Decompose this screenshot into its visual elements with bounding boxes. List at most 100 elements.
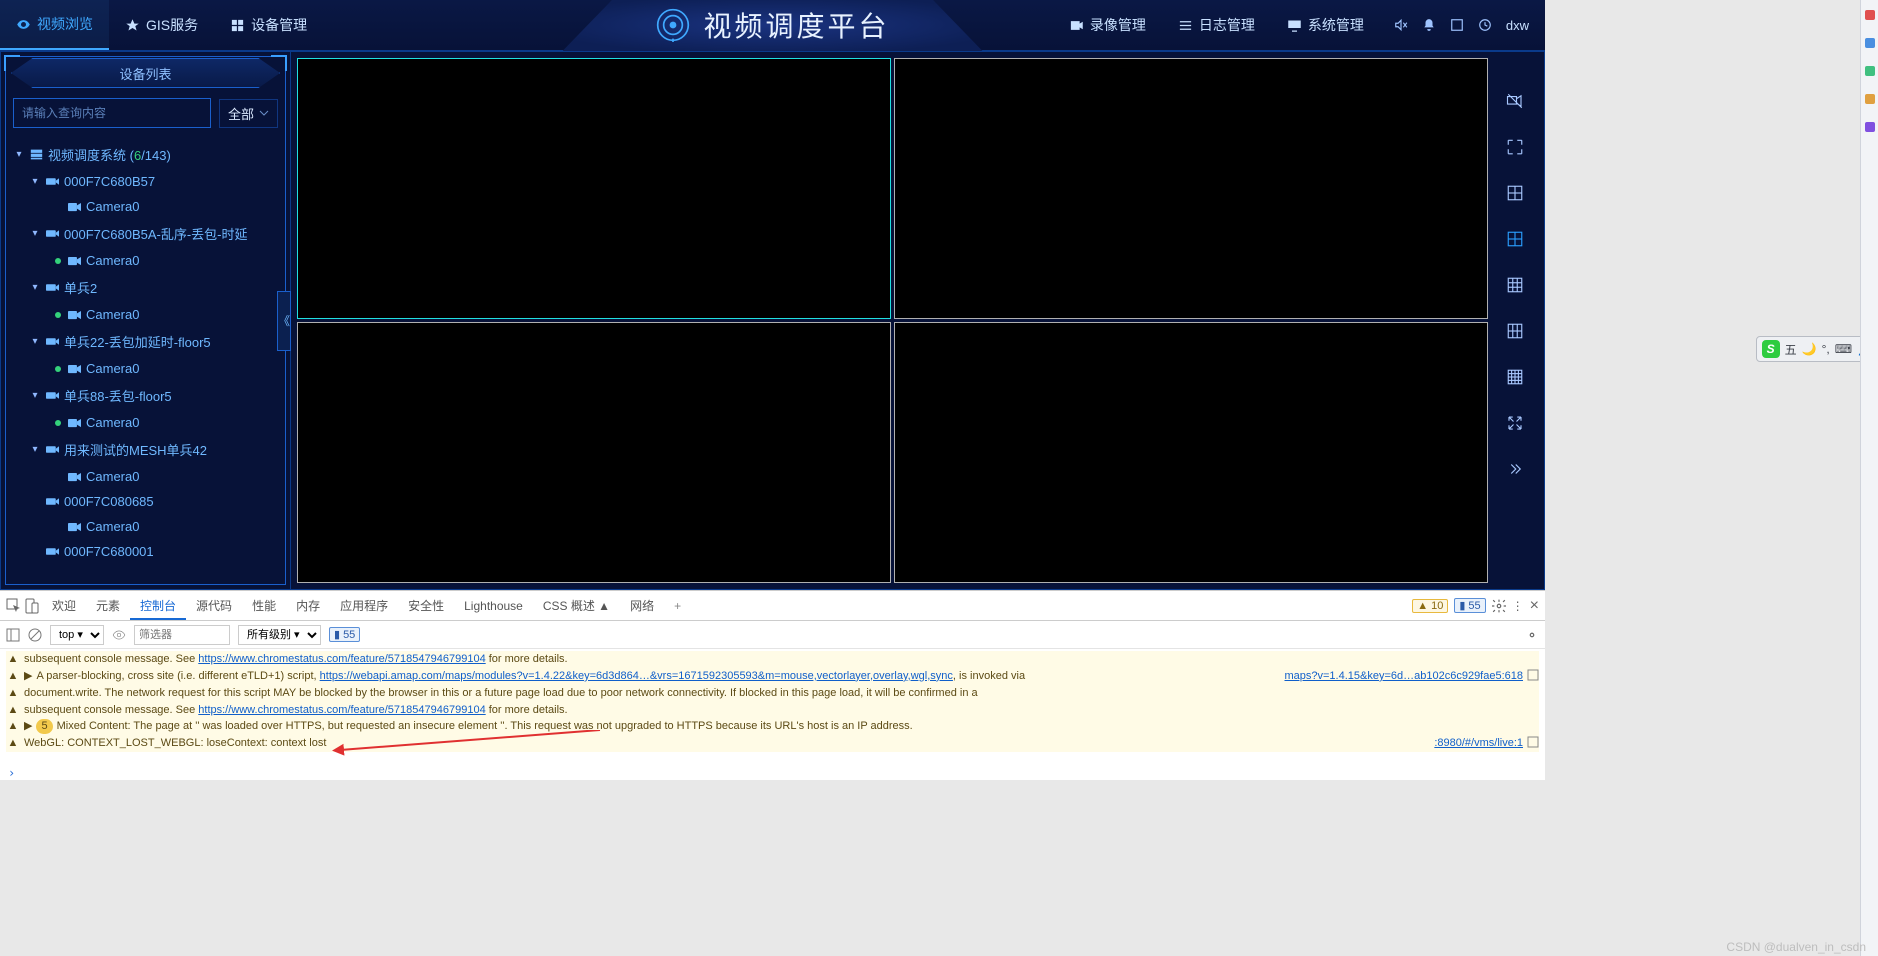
- video-cell-2[interactable]: [297, 322, 891, 583]
- video-cell-0[interactable]: [297, 58, 891, 319]
- video-cell-1[interactable]: [894, 58, 1488, 319]
- status-dot: [55, 366, 61, 372]
- tree-device[interactable]: 000F7C080685: [1, 489, 290, 514]
- add-tab-button[interactable]: +: [666, 595, 689, 617]
- console-line[interactable]: ▲subsequent console message. See https:/…: [6, 702, 1539, 719]
- console-prompt[interactable]: ›: [0, 766, 1545, 780]
- tree-root[interactable]: ▾视频调度系统 (6/143): [1, 140, 290, 169]
- device-icon: [46, 336, 59, 347]
- video-cell-3[interactable]: [894, 322, 1488, 583]
- warning-count[interactable]: ▲ 10: [1412, 599, 1448, 613]
- fullscreen-button[interactable]: [1504, 136, 1526, 158]
- tree-camera[interactable]: Camera0: [1, 356, 290, 381]
- console-link[interactable]: https://webapi.amap.com/maps/modules?v=1…: [320, 670, 953, 682]
- gear-icon[interactable]: [1525, 628, 1539, 642]
- mute-icon[interactable]: [1394, 18, 1408, 32]
- console-line[interactable]: ▲subsequent console message. See https:/…: [6, 651, 1539, 668]
- camera-off-button[interactable]: [1504, 90, 1526, 112]
- goto-icon[interactable]: [1527, 669, 1539, 681]
- devtools-tabs: 欢迎元素控制台源代码性能内存应用程序安全性LighthouseCSS 概述 ▲网…: [0, 591, 1545, 621]
- search-input[interactable]: [13, 98, 211, 128]
- console-line[interactable]: ▲document.write. The network request for…: [6, 685, 1539, 702]
- nav-device-mgmt[interactable]: 设备管理: [214, 0, 323, 50]
- ext-icon[interactable]: [1865, 122, 1875, 132]
- tree-camera[interactable]: Camera0: [1, 410, 290, 435]
- device-icon: [46, 546, 59, 557]
- console-line[interactable]: ▲▶5Mixed Content: The page at '' was loa…: [6, 718, 1539, 735]
- filter-dropdown[interactable]: 全部: [219, 99, 278, 128]
- console-line[interactable]: ▲▶A parser-blocking, cross site (i.e. di…: [6, 668, 1539, 685]
- window-icon[interactable]: [1450, 18, 1464, 32]
- console-line[interactable]: ▲WebGL: CONTEXT_LOST_WEBGL: loseContext:…: [6, 735, 1539, 752]
- devtools-tab[interactable]: 应用程序: [330, 594, 398, 618]
- tree-device[interactable]: 000F7C680001: [1, 539, 290, 564]
- nav-system-mgmt[interactable]: 系统管理: [1271, 0, 1380, 50]
- ext-icon[interactable]: [1865, 10, 1875, 20]
- tree-camera[interactable]: Camera0: [1, 302, 290, 327]
- info-count[interactable]: ▮ 55: [1454, 598, 1485, 613]
- eye-icon[interactable]: [112, 628, 126, 642]
- tree-camera[interactable]: Camera0: [1, 514, 290, 539]
- devtools-tab[interactable]: 内存: [286, 594, 330, 618]
- ext-icon[interactable]: [1865, 94, 1875, 104]
- level-selector[interactable]: 所有级别 ▾: [238, 625, 321, 645]
- inspect-icon[interactable]: [6, 598, 22, 614]
- video-icon: [1069, 18, 1084, 33]
- devtools-tab[interactable]: 源代码: [186, 594, 242, 618]
- bell-icon[interactable]: [1422, 18, 1436, 32]
- tree-device[interactable]: ▾单兵2: [1, 273, 290, 302]
- toolbar-info-count[interactable]: ▮ 55: [329, 627, 360, 642]
- device-tree[interactable]: ▾视频调度系统 (6/143)▾000F7C680B57Camera0▾000F…: [1, 138, 290, 589]
- context-selector[interactable]: top ▾: [50, 625, 104, 645]
- devtools-tab[interactable]: Lighthouse: [454, 594, 533, 618]
- devtools-tab[interactable]: 元素: [86, 594, 130, 618]
- sidebar-collapse-button[interactable]: 《: [277, 291, 291, 351]
- status-dot: [55, 258, 61, 264]
- tree-device[interactable]: ▾000F7C680B57: [1, 169, 290, 194]
- tree-device[interactable]: ▾单兵88-丢包-floor5: [1, 381, 290, 410]
- tree-device[interactable]: ▾用来测试的MESH单兵42: [1, 435, 290, 464]
- nav-log-mgmt[interactable]: 日志管理: [1162, 0, 1271, 50]
- user-name[interactable]: dxw: [1506, 18, 1545, 33]
- devtools-tab[interactable]: 性能: [242, 594, 286, 618]
- console-link[interactable]: https://www.chromestatus.com/feature/571…: [198, 653, 485, 665]
- device-icon: [46, 228, 59, 239]
- tree-camera[interactable]: Camera0: [1, 464, 290, 489]
- grid-1x1-button[interactable]: [1504, 182, 1526, 204]
- expand-button[interactable]: [1504, 412, 1526, 434]
- ext-icon[interactable]: [1865, 38, 1875, 48]
- more-button[interactable]: [1504, 458, 1526, 480]
- tree-camera[interactable]: Camera0: [1, 248, 290, 273]
- devtools-tab[interactable]: 安全性: [398, 594, 454, 618]
- kebab-icon[interactable]: ⋮: [1512, 599, 1524, 613]
- gear-icon[interactable]: [1492, 599, 1506, 613]
- nav-gis[interactable]: GIS服务: [109, 0, 214, 50]
- source-link[interactable]: :8980/#/vms/live:1: [1414, 736, 1523, 751]
- grid-2x2-button[interactable]: [1504, 228, 1526, 250]
- grid-4x3-button[interactable]: [1504, 320, 1526, 342]
- console-link[interactable]: https://www.chromestatus.com/feature/571…: [198, 704, 485, 716]
- goto-icon[interactable]: [1527, 736, 1539, 748]
- device-toggle-icon[interactable]: [24, 598, 40, 614]
- devtools-tab[interactable]: 网络: [620, 594, 664, 618]
- devtools-tab[interactable]: 控制台: [130, 594, 186, 620]
- devtools-tab[interactable]: 欢迎: [42, 594, 86, 618]
- nav-video-browse[interactable]: 视频浏览: [0, 0, 109, 50]
- ext-icon[interactable]: [1865, 66, 1875, 76]
- source-link[interactable]: maps?v=1.4.15&key=6d…ab102c6c929fae5:618: [1264, 669, 1523, 684]
- clear-console-icon[interactable]: [28, 628, 42, 642]
- devtools-tab[interactable]: CSS 概述 ▲: [533, 594, 620, 618]
- nav-record-mgmt[interactable]: 录像管理: [1053, 0, 1162, 50]
- refresh-icon[interactable]: [1478, 18, 1492, 32]
- sidebar-toggle-icon[interactable]: [6, 628, 20, 642]
- camera-icon: [68, 418, 81, 428]
- nav-left: 视频浏览 GIS服务 设备管理: [0, 0, 323, 50]
- tree-device[interactable]: ▾单兵22-丢包加延时-floor5: [1, 327, 290, 356]
- close-devtools-button[interactable]: ×: [1530, 597, 1539, 615]
- console-output[interactable]: ▲subsequent console message. See https:/…: [0, 649, 1545, 766]
- grid-4x4-button[interactable]: [1504, 366, 1526, 388]
- tree-device[interactable]: ▾000F7C680B5A-乱序-丢包-时延: [1, 219, 290, 248]
- tree-camera[interactable]: Camera0: [1, 194, 290, 219]
- filter-input[interactable]: [134, 625, 230, 645]
- grid-3x3-button[interactable]: [1504, 274, 1526, 296]
